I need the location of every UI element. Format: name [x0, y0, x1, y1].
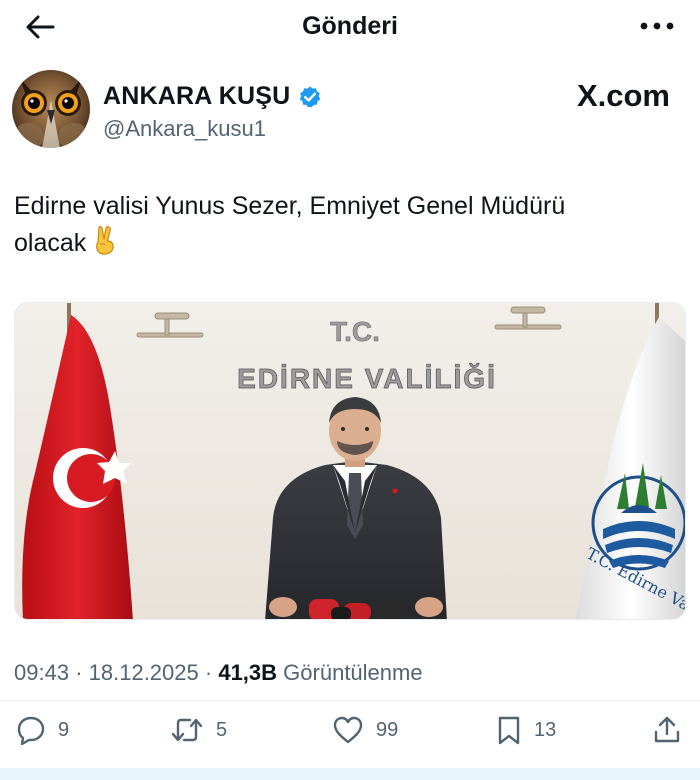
tweet-meta: 09:43 · 18.12.2025 · 41,3B Görüntülenme	[14, 660, 423, 686]
display-name: ANKARA KUŞU	[103, 82, 291, 110]
victory-hand-icon	[92, 225, 118, 266]
views-label: Görüntülenme	[283, 660, 423, 685]
author-handle[interactable]: @Ankara_kusu1	[103, 116, 266, 142]
x-com-watermark: X.com	[576, 78, 670, 113]
bottom-strip	[0, 768, 700, 780]
avatar[interactable]	[12, 70, 90, 148]
like-count: 99	[376, 718, 399, 741]
author-name-row[interactable]: ANKARA KUŞU	[103, 82, 322, 111]
verified-badge-icon	[300, 86, 321, 107]
reply-button[interactable]: 9	[16, 712, 69, 748]
reply-icon	[17, 716, 45, 745]
sign-main-text: EDİRNE VALİLİĞİ	[237, 363, 497, 394]
bookmark-button[interactable]: 13	[496, 712, 556, 748]
owl-avatar-icon	[12, 70, 90, 148]
tweet-time: 09:43	[14, 660, 70, 685]
governor-photo: T.C. EDİRNE VALİLİĞİ T.C. Edirne Va	[15, 303, 685, 619]
divider	[0, 700, 700, 701]
tweet-date: 18.12.2025	[88, 660, 199, 685]
repost-button[interactable]: 5	[170, 712, 227, 748]
bookmark-count: 13	[534, 718, 557, 741]
repost-icon	[171, 718, 203, 742]
tweet-text-line-1: Edirne valisi Yunus Sezer, Emniyet Genel…	[14, 192, 566, 220]
page-title: Gönderi	[302, 12, 398, 40]
top-bar: Gönderi	[0, 0, 700, 52]
tweet-media-image[interactable]: T.C. EDİRNE VALİLİĞİ T.C. Edirne Va	[14, 302, 686, 620]
repost-count: 5	[216, 718, 228, 741]
more-options-button[interactable]	[634, 10, 680, 42]
action-bar: 9 5 99 13	[0, 712, 700, 752]
author-header: ANKARA KUŞU @Ankara_kusu1 X.com	[12, 68, 688, 152]
reply-count: 9	[58, 718, 70, 741]
tweet-text: Edirne valisi Yunus Sezer, Emniyet Genel…	[14, 188, 684, 266]
views-count[interactable]: 41,3B	[218, 660, 277, 685]
share-icon	[654, 716, 680, 743]
sign-top-text: T.C.	[330, 316, 380, 347]
tweet-text-line-2: olacak	[14, 229, 87, 257]
like-button[interactable]: 99	[332, 712, 398, 748]
share-button[interactable]	[652, 712, 682, 748]
bookmark-icon	[498, 716, 520, 745]
meta-separator: ·	[75, 660, 83, 685]
heart-icon	[333, 716, 363, 744]
more-horizontal-icon	[640, 22, 674, 30]
meta-separator-2: ·	[204, 660, 213, 685]
